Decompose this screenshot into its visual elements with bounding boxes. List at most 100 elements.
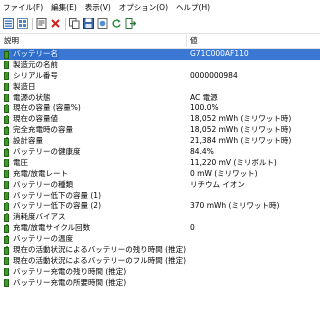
battery-icon: [4, 104, 9, 113]
list-item[interactable]: 電源の状態 AC 電源: [0, 93, 320, 104]
battery-icon: [4, 180, 9, 190]
list-item[interactable]: バッテリー低下の容量 (2) 370 mWh (ミリワット時): [0, 201, 320, 212]
list-item[interactable]: 現在の活動状況によるバッテリーの残り時間 (推定): [0, 245, 320, 256]
list-item[interactable]: 電圧 11,220 mV (ミリボルト): [0, 158, 320, 169]
item-label: バッテリー充電の残り時間 (推定): [13, 266, 127, 276]
item-label: 現在の容量 (容量%): [13, 103, 81, 113]
item-label: バッテリーの温度: [13, 234, 73, 244]
battery-icon: [4, 213, 9, 222]
item-value: AC 電源: [190, 92, 218, 102]
list-item[interactable]: バッテリーの温度: [0, 234, 320, 245]
item-label: バッテリー充電の所要時間 (推定): [13, 277, 127, 287]
item-label: 充電/放電レート: [13, 168, 69, 178]
battery-icon: [4, 278, 9, 288]
toolbar-separator: [32, 17, 33, 30]
list-item[interactable]: 完全充電時の容量 18,052 mWh (ミリワット時): [0, 125, 320, 136]
refresh-icon[interactable]: [111, 18, 122, 29]
battery-icon: [4, 256, 9, 266]
menu-file[interactable]: ファイル(F): [0, 0, 47, 15]
list-item[interactable]: 製造日: [0, 82, 320, 93]
list-item[interactable]: バッテリーの健康度 84.4%: [0, 147, 320, 158]
battery-icon: [4, 115, 9, 124]
item-value: 0000000984: [190, 70, 238, 80]
toolbar: [0, 15, 320, 32]
list-item[interactable]: バッテリー名 G71C000AF110: [0, 49, 320, 60]
battery-icon: [4, 202, 9, 211]
item-value: 21,384 mWh (ミリワット時): [190, 136, 292, 146]
exit-icon[interactable]: [125, 18, 136, 29]
list-item[interactable]: 製造元の名前: [0, 60, 320, 71]
list-item[interactable]: 充電/放電レート 0 mW (ミリワット): [0, 169, 320, 180]
item-label: バッテリー名: [12, 49, 59, 60]
item-label: バッテリー低下の容量 (2): [13, 201, 102, 211]
item-value: 0 mW (ミリワット): [190, 168, 258, 178]
item-value: G71C000AF110: [190, 49, 249, 58]
menu-bar: ファイル(F) 編集(E) 表示(V) オプション(O) ヘルプ(H): [0, 0, 320, 15]
item-label: 製造日: [13, 81, 36, 91]
list-item[interactable]: バッテリー充電の残り時間 (推定): [0, 267, 320, 278]
copy-icon[interactable]: [69, 18, 80, 29]
item-value: 84.4%: [190, 147, 214, 157]
battery-icon: [4, 235, 9, 244]
item-label: シリアル番号: [13, 70, 58, 80]
battery-icon: [4, 126, 9, 135]
battery-icon: [4, 50, 9, 59]
column-divider[interactable]: [186, 35, 187, 47]
column-header-value[interactable]: 値: [190, 34, 198, 48]
menu-view[interactable]: 表示(V): [81, 0, 115, 15]
menu-edit[interactable]: 編集(E): [47, 0, 81, 15]
battery-icon: [4, 93, 9, 103]
list-item[interactable]: 現在の活動状況によるバッテリーのフル時間 (推定): [0, 256, 320, 267]
battery-icon: [4, 267, 9, 277]
list-item[interactable]: 設計容量 21,384 mWh (ミリワット時): [0, 136, 320, 147]
battery-icon: [4, 71, 9, 81]
toolbar-separator: [65, 17, 66, 30]
item-label: バッテリーの種類: [13, 179, 73, 189]
item-value: 0: [190, 223, 195, 233]
item-value: 11,220 mV (ミリボルト): [190, 157, 277, 167]
list-header: 説明 値: [0, 33, 320, 49]
battery-icon: [4, 158, 9, 168]
battery-icon: [4, 224, 9, 233]
list-item[interactable]: 現在の容量 (容量%) 100.0%: [0, 103, 320, 114]
save-icon[interactable]: [83, 18, 94, 29]
item-label: 設計容量: [13, 136, 43, 146]
battery-icon: [4, 60, 9, 70]
item-label: 消耗度バイアス: [13, 212, 66, 222]
delete-icon[interactable]: [50, 18, 61, 29]
item-label: バッテリーの健康度: [13, 147, 81, 157]
battery-icon: [4, 246, 9, 255]
html-report-icon[interactable]: [97, 18, 108, 29]
battery-icon: [4, 137, 9, 146]
menu-options[interactable]: オプション(O): [115, 0, 172, 15]
menu-help[interactable]: ヘルプ(H): [172, 0, 214, 15]
item-label: 現在の活動状況によるバッテリーのフル時間 (推定): [13, 255, 187, 265]
item-label: 完全充電時の容量: [13, 125, 73, 135]
battery-icon: [4, 169, 9, 179]
details-view-icon[interactable]: [3, 18, 14, 29]
battery-icon: [4, 82, 9, 92]
item-value: 18,052 mWh (ミリワット時): [190, 114, 292, 124]
list-item[interactable]: 充電/放電サイクル回数 0: [0, 223, 320, 234]
item-value: 100.0%: [190, 103, 219, 113]
item-label: 製造元の名前: [13, 59, 58, 69]
list-item[interactable]: 消耗度バイアス: [0, 212, 320, 223]
item-value: リチウム イオン: [190, 179, 245, 189]
item-label: 電圧: [13, 157, 28, 167]
item-label: バッテリー低下の容量 (1): [13, 190, 102, 200]
item-value: 370 mWh (ミリワット時): [190, 201, 280, 211]
battery-icon: [4, 191, 9, 201]
item-label: 現在の活動状況によるバッテリーの残り時間 (推定): [13, 245, 187, 255]
list-item[interactable]: 現在の容量値 18,052 mWh (ミリワット時): [0, 114, 320, 125]
list-view-icon[interactable]: [17, 18, 28, 29]
item-value: 18,052 mWh (ミリワット時): [190, 125, 292, 135]
item-label: 現在の容量値: [13, 114, 58, 124]
column-header-name[interactable]: 説明: [4, 34, 19, 48]
list-item[interactable]: バッテリー低下の容量 (1): [0, 191, 320, 202]
list-item[interactable]: シリアル番号 0000000984: [0, 71, 320, 82]
list-item[interactable]: バッテリー充電の所要時間 (推定): [0, 278, 320, 289]
battery-icon: [4, 148, 9, 157]
item-label: 電源の状態: [13, 92, 51, 102]
list-item[interactable]: バッテリーの種類 リチウム イオン: [0, 180, 320, 191]
properties-icon[interactable]: [36, 18, 47, 29]
